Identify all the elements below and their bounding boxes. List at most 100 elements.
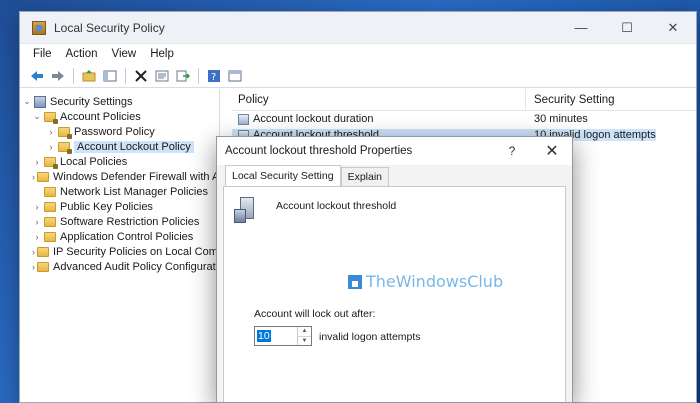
watermark: TheWindowsClub [348, 272, 503, 291]
chevron-right-icon[interactable]: › [32, 217, 42, 227]
delete-icon[interactable] [132, 67, 150, 85]
policy-computer-icon [234, 197, 260, 225]
tree-item-security-settings[interactable]: ⌄ Security Settings [20, 94, 219, 109]
chevron-right-icon[interactable]: › [32, 172, 35, 182]
chevron-right-icon[interactable]: › [32, 247, 35, 257]
folder-icon [37, 171, 49, 182]
folder-icon [44, 186, 56, 197]
policy-icon [238, 113, 249, 125]
security-settings-icon [34, 95, 46, 108]
properties-icon[interactable] [153, 67, 171, 85]
tree-item-windows-defender-firewall[interactable]: › Windows Defender Firewall with Ad [20, 169, 219, 184]
tree-item-password-policy[interactable]: › Password Policy [20, 124, 219, 139]
folder-lock-icon [58, 126, 72, 139]
threshold-stepper[interactable]: 10 ▲ ▼ [254, 326, 312, 346]
tree-item-network-list-manager[interactable]: Network List Manager Policies [20, 184, 219, 199]
tree-item-label: Network List Manager Policies [60, 185, 208, 198]
list-item[interactable]: Account lockout duration 30 minutes [232, 111, 696, 127]
toolbar: ? [20, 64, 696, 88]
show-hide-action-pane-icon[interactable] [226, 67, 244, 85]
tree-item-label: IP Security Policies on Local Comput [53, 245, 220, 258]
toolbar-separator [125, 67, 126, 84]
tree-item-account-policies[interactable]: ⌄ Account Policies [20, 109, 219, 124]
folder-icon [37, 246, 49, 257]
chevron-right-icon[interactable]: › [32, 262, 35, 272]
folder-icon [44, 156, 58, 169]
tree-item-public-key-policies[interactable]: › Public Key Policies [20, 199, 219, 214]
lockout-label: Account will lock out after: [254, 308, 376, 320]
svg-text:?: ? [211, 72, 216, 82]
policy-title: Account lockout threshold [276, 200, 397, 212]
chevron-right-icon[interactable]: › [32, 202, 42, 212]
close-button[interactable]: ✕ [650, 12, 696, 44]
stepper-up-button[interactable]: ▲ [298, 327, 311, 336]
tree-item-label: Account Policies [60, 110, 141, 123]
tree-item-label: Password Policy [74, 125, 155, 138]
tree-item-local-policies[interactable]: › Local Policies [20, 154, 219, 169]
toolbar-separator [198, 67, 199, 84]
folder-icon [44, 231, 56, 242]
column-header-security-setting[interactable]: Security Setting [526, 94, 615, 106]
dialog-title-bar[interactable]: Account lockout threshold Properties ? ✕ [217, 137, 572, 165]
folder-icon [37, 261, 49, 272]
policy-setting: 30 minutes [534, 113, 588, 125]
tree-item-label: Local Policies [60, 155, 128, 168]
tree-item-application-control[interactable]: › Application Control Policies [20, 229, 219, 244]
help-icon[interactable]: ? [205, 67, 223, 85]
folder-icon [44, 111, 58, 124]
tree-item-label: Windows Defender Firewall with Ad [53, 170, 220, 183]
tree-item-label: Advanced Audit Policy Configuratio [53, 260, 220, 273]
menu-bar: File Action View Help [20, 44, 696, 64]
stepper-down-button[interactable]: ▼ [298, 335, 311, 346]
tree-item-label: Public Key Policies [60, 200, 153, 213]
tree-item-label: Account Lockout Policy [74, 140, 194, 153]
tree-item-label: Security Settings [50, 95, 133, 108]
toolbar-separator [73, 67, 74, 84]
title-bar[interactable]: Local Security Policy — ☐ ✕ [20, 12, 696, 44]
threshold-input[interactable]: 10 [255, 327, 297, 345]
maximize-button[interactable]: ☐ [604, 12, 650, 44]
menu-help[interactable]: Help [150, 48, 174, 60]
tree-item-software-restriction[interactable]: › Software Restriction Policies [20, 214, 219, 229]
folder-lock-icon [58, 141, 72, 154]
chevron-right-icon[interactable]: › [32, 232, 42, 242]
tree-item-advanced-audit-policy[interactable]: › Advanced Audit Policy Configuratio [20, 259, 219, 274]
chevron-right-icon[interactable]: › [32, 157, 42, 167]
chevron-right-icon[interactable]: › [46, 142, 56, 152]
stepper-buttons: ▲ ▼ [297, 327, 311, 345]
tab-explain[interactable]: Explain [340, 167, 390, 186]
chevron-down-icon[interactable]: ⌄ [22, 96, 32, 107]
policy-name: Account lockout duration [253, 113, 374, 125]
tree-item-ip-security-policies[interactable]: › IP Security Policies on Local Comput [20, 244, 219, 259]
export-list-icon[interactable] [174, 67, 192, 85]
forward-arrow-icon[interactable] [49, 67, 67, 85]
menu-view[interactable]: View [112, 48, 137, 60]
chevron-down-icon[interactable]: ⌄ [32, 111, 42, 122]
show-hide-tree-icon[interactable] [101, 67, 119, 85]
tree-item-label: Application Control Policies [60, 230, 194, 243]
watermark-text: TheWindowsClub [366, 272, 504, 291]
folder-icon [44, 201, 56, 212]
window-title: Local Security Policy [54, 20, 165, 35]
tree-item-account-lockout-policy[interactable]: › Account Lockout Policy [20, 139, 219, 154]
unit-label: invalid logon attempts [319, 331, 421, 343]
tab-local-security-setting[interactable]: Local Security Setting [225, 165, 341, 186]
menu-action[interactable]: Action [66, 48, 98, 60]
help-button[interactable]: ? [492, 144, 532, 158]
tree-item-label: Software Restriction Policies [60, 215, 200, 228]
minimize-button[interactable]: — [558, 12, 604, 44]
column-header-policy[interactable]: Policy [232, 89, 526, 110]
chevron-right-icon[interactable]: › [46, 127, 56, 137]
up-folder-icon[interactable] [80, 67, 98, 85]
dialog-close-button[interactable]: ✕ [532, 141, 572, 161]
properties-dialog: Account lockout threshold Properties ? ✕… [216, 136, 573, 403]
dialog-title: Account lockout threshold Properties [225, 145, 413, 157]
menu-file[interactable]: File [33, 48, 52, 60]
back-arrow-icon[interactable] [28, 67, 46, 85]
dialog-tabs: Local Security Setting Explain [217, 165, 572, 186]
navigation-tree: ⌄ Security Settings ⌄ Account Policies ›… [20, 89, 220, 402]
list-header: Policy Security Setting [232, 89, 696, 111]
folder-icon [44, 216, 56, 227]
tab-panel: Account lockout threshold TheWindowsClub… [223, 186, 566, 402]
security-policy-app-icon [32, 20, 46, 35]
